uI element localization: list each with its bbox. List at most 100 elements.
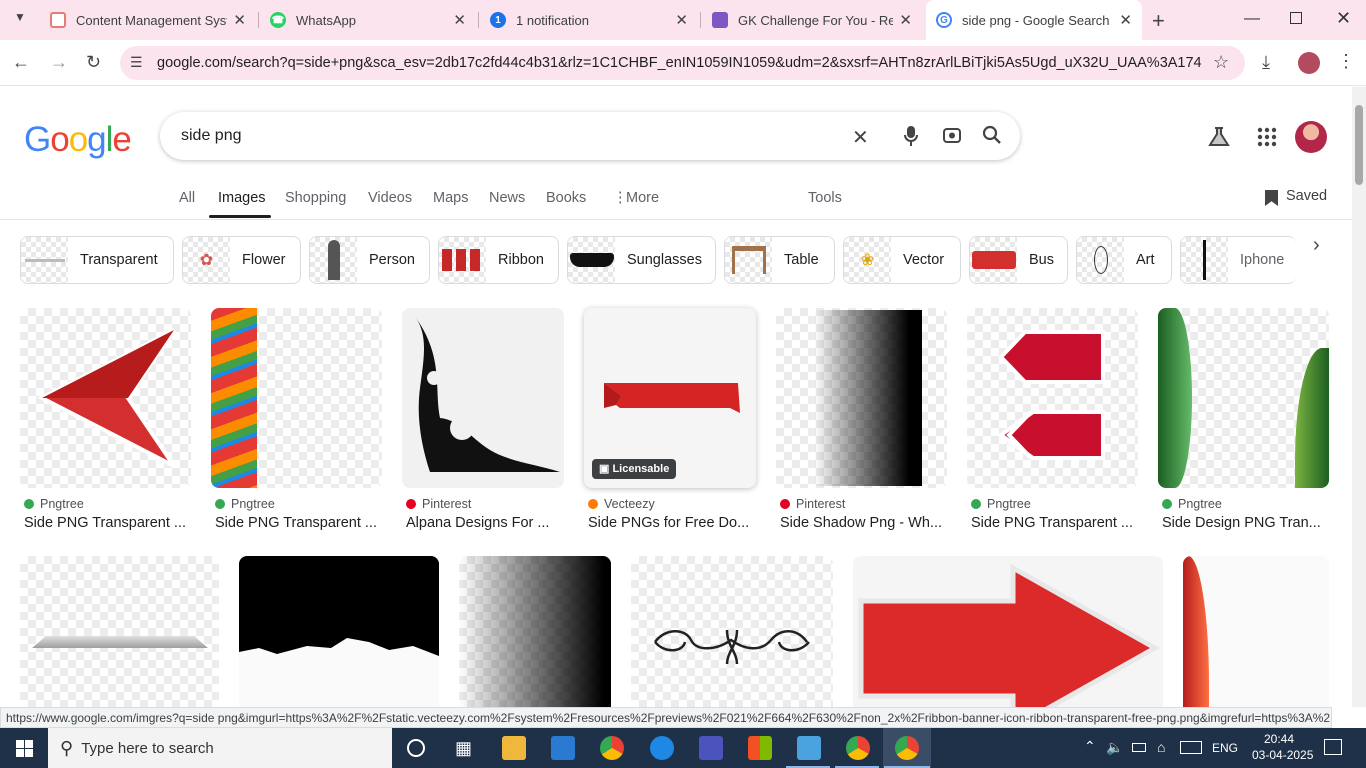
site-info-icon[interactable]: ☰	[130, 54, 143, 71]
clock-time[interactable]: 20:44	[1264, 732, 1294, 746]
chip-vector[interactable]: ❀ Vector	[843, 236, 961, 284]
result-image[interactable]	[1158, 308, 1329, 488]
chevron-up-icon[interactable]: ⌃	[1084, 738, 1096, 755]
edge-icon[interactable]	[650, 736, 674, 760]
menu-kebab-icon[interactable]: ⋮	[1337, 52, 1355, 70]
result-image[interactable]	[402, 308, 564, 488]
tab-notification[interactable]: 1 1 notification ✕	[480, 0, 698, 40]
notification-center-icon[interactable]	[1324, 739, 1342, 755]
result-source[interactable]: Pngtree	[215, 497, 275, 511]
chip-transparent[interactable]: Transparent	[20, 236, 174, 284]
cortana-icon[interactable]	[407, 739, 425, 757]
result-title[interactable]: Side PNG Transparent ...	[24, 515, 192, 531]
result-title[interactable]: Side PNG Transparent ...	[971, 515, 1139, 531]
result-source[interactable]: Pngtree	[971, 497, 1031, 511]
language-indicator[interactable]: ENG	[1212, 741, 1238, 755]
teams-icon[interactable]	[699, 736, 723, 760]
result-image[interactable]	[853, 556, 1163, 707]
result-image[interactable]	[631, 556, 833, 707]
result-title[interactable]: Side Shadow Png - Wh...	[780, 515, 948, 531]
camera-lens-icon[interactable]	[942, 125, 962, 151]
close-icon[interactable]: ✕	[675, 11, 688, 29]
chevron-right-icon[interactable]: ›	[1313, 234, 1320, 257]
chip-ribbon[interactable]: Ribbon	[438, 236, 559, 284]
download-icon[interactable]: ⤓	[1262, 53, 1270, 71]
task-view-icon[interactable]: ▦	[455, 738, 472, 759]
result-title[interactable]: Side PNGs for Free Do...	[588, 515, 756, 531]
result-title[interactable]: Side Design PNG Tran...	[1162, 515, 1328, 531]
chrome-icon[interactable]	[600, 736, 624, 760]
clear-icon[interactable]: ✕	[852, 125, 869, 150]
bookmark-star-icon[interactable]: ☆	[1213, 52, 1229, 73]
taskbar-search-input[interactable]: Type here to search	[81, 740, 214, 757]
result-image[interactable]	[776, 308, 947, 488]
wifi-icon[interactable]: ⌂	[1157, 739, 1165, 755]
result-image[interactable]	[967, 308, 1138, 488]
tab-maps[interactable]: Maps	[433, 190, 468, 206]
forward-icon[interactable]: →	[50, 53, 68, 71]
result-source[interactable]: Pngtree	[24, 497, 84, 511]
result-image[interactable]: ▣ Licensable	[584, 308, 756, 488]
result-image[interactable]	[239, 556, 439, 707]
result-image[interactable]	[20, 556, 219, 707]
tab-search-button[interactable]: ▼	[8, 10, 32, 30]
result-source[interactable]: Pngtree	[1162, 497, 1222, 511]
chip-sunglasses[interactable]: Sunglasses	[567, 236, 716, 284]
tab-more[interactable]: More	[626, 190, 659, 206]
chip-art[interactable]: Art	[1076, 236, 1172, 284]
labs-flask-icon[interactable]	[1208, 127, 1230, 152]
tab-shopping[interactable]: Shopping	[285, 190, 346, 206]
close-icon[interactable]: ✕	[1119, 11, 1132, 29]
app-icon[interactable]	[797, 736, 821, 760]
chip-flower[interactable]: ✿ Flower	[182, 236, 301, 284]
tab-news[interactable]: News	[489, 190, 525, 206]
page-scrollbar[interactable]	[1352, 87, 1366, 707]
chip-iphone[interactable]: Iphone	[1180, 236, 1296, 284]
keyboard-icon[interactable]	[1180, 741, 1202, 754]
tab-videos[interactable]: Videos	[368, 190, 412, 206]
result-image[interactable]	[1183, 556, 1329, 707]
tools-button[interactable]: Tools	[808, 190, 842, 206]
search-input[interactable]: side png	[181, 127, 242, 145]
new-tab-button[interactable]: +	[1152, 8, 1165, 34]
search-icon[interactable]	[982, 125, 1002, 151]
close-icon[interactable]: ✕	[453, 11, 466, 29]
url-text[interactable]: google.com/search?q=side+png&sca_esv=2db…	[157, 55, 1202, 71]
result-source[interactable]: Pinterest	[780, 497, 845, 511]
saved-button[interactable]: Saved	[1286, 188, 1327, 204]
tab-google-search[interactable]: G side png - Google Search ✕	[926, 0, 1142, 40]
close-icon[interactable]: ✕	[233, 11, 246, 29]
microphone-icon[interactable]	[904, 125, 918, 147]
saved-bookmark-icon[interactable]	[1265, 190, 1278, 206]
profile-avatar[interactable]	[1298, 52, 1320, 74]
reload-icon[interactable]: ↻	[86, 53, 101, 71]
window-close-icon[interactable]: ✕	[1336, 8, 1351, 29]
close-icon[interactable]: ✕	[899, 11, 912, 29]
chip-person[interactable]: Person	[309, 236, 430, 284]
result-image[interactable]	[211, 308, 382, 488]
result-title[interactable]: Alpana Designs For ...	[406, 515, 564, 531]
result-image[interactable]	[459, 556, 611, 707]
chip-table[interactable]: Table	[724, 236, 835, 284]
tab-gk-challenge[interactable]: GK Challenge For You - Resp ✕	[702, 0, 922, 40]
clock-date[interactable]: 03-04-2025	[1252, 748, 1313, 762]
search-box[interactable]: side png ✕	[160, 112, 1020, 160]
mail-icon[interactable]	[551, 736, 575, 760]
account-avatar[interactable]	[1295, 121, 1327, 153]
address-bar[interactable]: ☰ google.com/search?q=side+png&sca_esv=2…	[120, 46, 1245, 80]
tab-whatsapp[interactable]: ☎ WhatsApp ✕	[260, 0, 476, 40]
speaker-icon[interactable]: 🔈	[1106, 739, 1123, 756]
result-title[interactable]: Side PNG Transparent ...	[215, 515, 383, 531]
store-icon[interactable]	[748, 736, 772, 760]
file-explorer-icon[interactable]	[502, 736, 526, 760]
tab-images[interactable]: Images	[218, 190, 266, 206]
back-icon[interactable]: ←	[12, 53, 30, 71]
minimize-icon[interactable]: —	[1244, 10, 1260, 28]
restore-icon[interactable]	[1290, 12, 1302, 24]
chrome-profile-icon[interactable]	[846, 736, 870, 760]
result-image[interactable]	[20, 308, 191, 488]
tab-all[interactable]: All	[179, 190, 195, 206]
chrome-active-icon[interactable]	[895, 736, 919, 760]
windows-start-icon[interactable]	[16, 740, 33, 757]
battery-icon[interactable]	[1132, 743, 1146, 752]
